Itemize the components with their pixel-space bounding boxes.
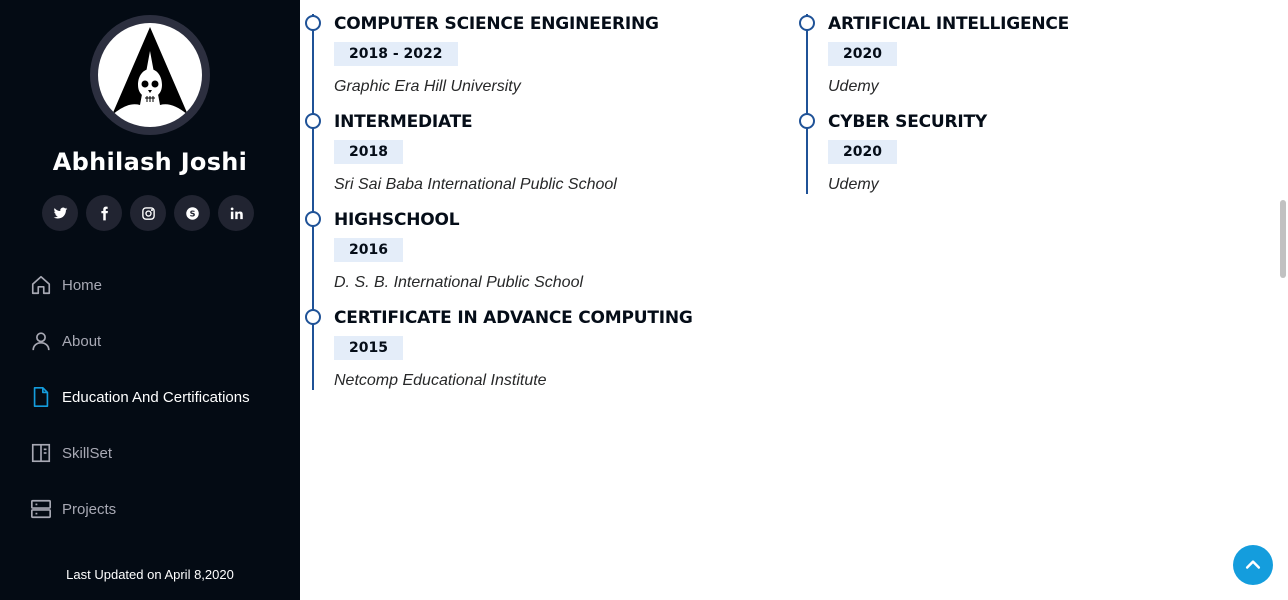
timeline-item: INTERMEDIATE 2018 Sri Sai Baba Internati… (305, 112, 782, 210)
timeline-item: CYBER SECURITY 2020 Udemy (799, 112, 1266, 194)
sidebar-item-label: About (62, 332, 102, 350)
item-year: 2015 (334, 336, 403, 360)
education-timeline: COMPUTER SCIENCE ENGINEERING 2018 - 2022… (305, 14, 782, 390)
timeline-item: COMPUTER SCIENCE ENGINEERING 2018 - 2022… (305, 14, 782, 112)
book-icon (31, 443, 51, 463)
certifications-column: ARTIFICIAL INTELLIGENCE 2020 Udemy CYBER… (799, 14, 1266, 194)
item-year: 2018 - 2022 (334, 42, 458, 66)
item-title: HIGHSCHOOL (334, 210, 460, 230)
item-institution: D. S. B. International Public School (334, 274, 584, 291)
item-title: CYBER SECURITY (828, 112, 988, 132)
social-links: S (42, 195, 254, 231)
item-title: INTERMEDIATE (334, 112, 473, 132)
main-content: COMPUTER SCIENCE ENGINEERING 2018 - 2022… (300, 0, 1288, 600)
certifications-timeline: ARTIFICIAL INTELLIGENCE 2020 Udemy CYBER… (799, 14, 1266, 194)
skype-icon[interactable]: S (174, 195, 210, 231)
sidebar-item-home[interactable]: Home (30, 268, 290, 302)
linkedin-icon[interactable] (218, 195, 254, 231)
item-institution: Udemy (828, 78, 879, 95)
sidebar-item-label: Projects (62, 500, 117, 518)
item-institution: Udemy (828, 176, 879, 193)
instagram-icon[interactable] (130, 195, 166, 231)
item-institution: Netcomp Educational Institute (334, 372, 547, 389)
item-year: 2018 (334, 140, 403, 164)
twitter-icon[interactable] (42, 195, 78, 231)
sidebar-nav: Home About Education And Certifications … (30, 268, 290, 548)
timeline-item: HIGHSCHOOL 2016 D. S. B. International P… (305, 210, 782, 308)
profile-name: Abhilash Joshi (52, 148, 248, 176)
facebook-icon[interactable] (86, 195, 122, 231)
server-icon (31, 499, 51, 519)
chevron-up-icon (1245, 560, 1261, 569)
sidebar-item-label: Education And Certifications (62, 388, 250, 406)
sidebar-item-about[interactable]: About (30, 324, 290, 358)
sidebar-item-label: SkillSet (62, 444, 113, 462)
sidebar-item-projects[interactable]: Projects (30, 492, 290, 526)
file-icon (33, 387, 49, 407)
item-year: 2020 (828, 140, 897, 164)
sidebar: Abhilash Joshi S Home About Education An… (0, 0, 300, 600)
last-updated-note: Last Updated on April 8,2020 (66, 567, 234, 582)
education-column: COMPUTER SCIENCE ENGINEERING 2018 - 2022… (305, 14, 782, 390)
assassin-logo (98, 23, 202, 127)
timeline-item: ARTIFICIAL INTELLIGENCE 2020 Udemy (799, 14, 1266, 112)
item-title: CERTIFICATE IN ADVANCE COMPUTING (334, 308, 693, 328)
sidebar-item-education[interactable]: Education And Certifications (30, 380, 290, 414)
home-icon (31, 275, 51, 295)
user-icon (32, 332, 50, 351)
sidebar-item-label: Home (62, 276, 103, 294)
sidebar-item-skillset[interactable]: SkillSet (30, 436, 290, 470)
item-institution: Graphic Era Hill University (334, 78, 521, 95)
item-title: ARTIFICIAL INTELLIGENCE (828, 14, 1070, 34)
back-to-top-button[interactable] (1233, 545, 1273, 585)
item-year: 2016 (334, 238, 403, 262)
item-institution: Sri Sai Baba International Public School (334, 176, 617, 193)
item-title: COMPUTER SCIENCE ENGINEERING (334, 14, 659, 34)
scrollbar-thumb[interactable] (1280, 200, 1286, 278)
avatar (90, 15, 210, 135)
timeline-item: CERTIFICATE IN ADVANCE COMPUTING 2015 Ne… (305, 308, 782, 390)
svg-text:S: S (189, 208, 195, 218)
item-year: 2020 (828, 42, 897, 66)
